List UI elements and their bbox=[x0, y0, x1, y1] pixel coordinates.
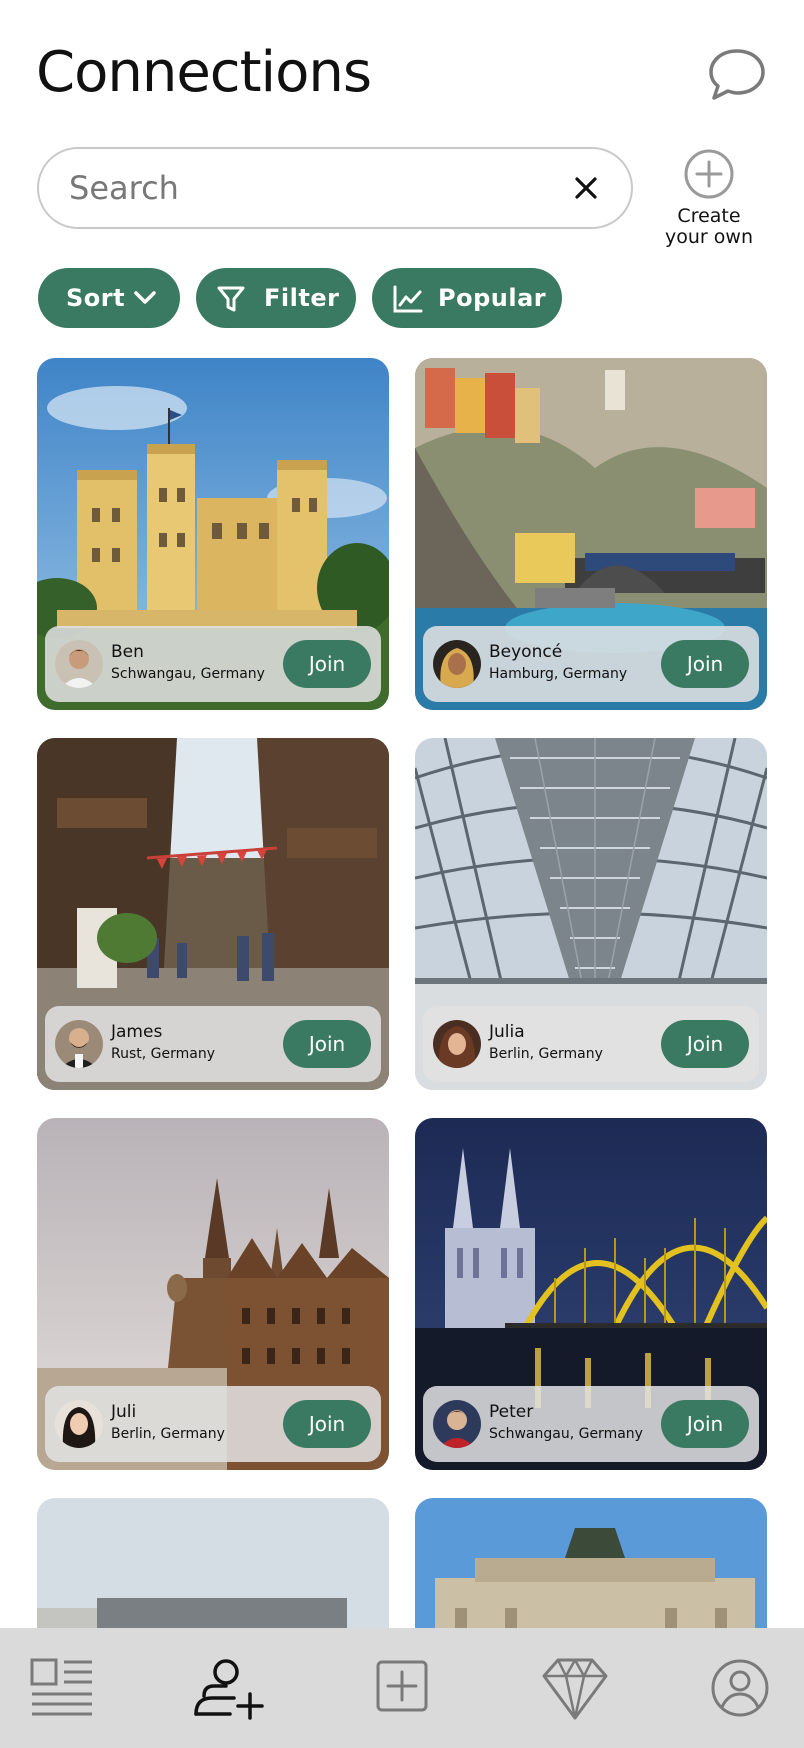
person-name: Juli bbox=[111, 1402, 137, 1422]
person-name: Beyoncé bbox=[489, 642, 563, 662]
filter-chip-label: Filter bbox=[264, 284, 340, 312]
trending-chart-icon bbox=[393, 285, 423, 313]
add-connection-icon bbox=[194, 1659, 264, 1720]
group-card[interactable]: James Rust, Germany Join bbox=[37, 738, 389, 1090]
sort-chip[interactable]: Sort bbox=[38, 268, 180, 328]
avatar bbox=[55, 1020, 103, 1068]
search-bar bbox=[37, 147, 633, 229]
person-name: Peter bbox=[489, 1402, 534, 1422]
sort-chip-label: Sort bbox=[66, 284, 126, 312]
avatar bbox=[433, 1020, 481, 1068]
avatar bbox=[55, 1400, 103, 1448]
tab-premium[interactable] bbox=[510, 1628, 630, 1748]
chevron-down-icon bbox=[134, 291, 156, 304]
join-button[interactable]: Join bbox=[283, 1400, 371, 1448]
chat-bubble-icon bbox=[709, 49, 765, 100]
create-your-own-button[interactable]: Create your own bbox=[658, 148, 760, 248]
card-info-bar: Juli Berlin, Germany Join bbox=[45, 1386, 381, 1462]
join-button[interactable]: Join bbox=[283, 640, 371, 688]
person-location: Rust, Germany bbox=[111, 1046, 216, 1062]
create-label-line1: Create bbox=[677, 205, 741, 227]
person-location: Hamburg, Germany bbox=[489, 666, 628, 682]
tab-profile[interactable] bbox=[678, 1628, 798, 1748]
bottom-tab-bar bbox=[0, 1628, 804, 1748]
person-location: Berlin, Germany bbox=[111, 1426, 225, 1442]
group-card[interactable]: Beyoncé Hamburg, Germany Join bbox=[415, 358, 767, 710]
create-label-line2: your own bbox=[665, 226, 753, 248]
avatar bbox=[433, 1400, 481, 1448]
filter-icon bbox=[217, 286, 245, 312]
person-name: James bbox=[111, 1022, 163, 1042]
card-info-bar: James Rust, Germany Join bbox=[45, 1006, 381, 1082]
header: Connections bbox=[36, 40, 768, 110]
person-name: Julia bbox=[489, 1022, 525, 1042]
join-button[interactable]: Join bbox=[661, 1020, 749, 1068]
create-post-icon bbox=[376, 1660, 428, 1712]
diamond-icon bbox=[542, 1658, 608, 1720]
person-location: Schwangau, Germany bbox=[111, 666, 265, 682]
join-button[interactable]: Join bbox=[283, 1020, 371, 1068]
tab-connections[interactable] bbox=[160, 1628, 280, 1748]
tab-create[interactable] bbox=[342, 1628, 462, 1748]
filter-chip[interactable]: Filter bbox=[196, 268, 356, 328]
person-location: Berlin, Germany bbox=[489, 1046, 603, 1062]
person-name: Ben bbox=[111, 642, 144, 662]
avatar bbox=[55, 640, 103, 688]
page-title: Connections bbox=[36, 40, 372, 105]
group-card[interactable]: Peter Schwangau, Germany Join bbox=[415, 1118, 767, 1470]
tab-feed[interactable] bbox=[0, 1628, 120, 1748]
person-location: Schwangau, Germany bbox=[489, 1426, 643, 1442]
search-input[interactable] bbox=[69, 149, 529, 227]
join-button[interactable]: Join bbox=[661, 1400, 749, 1448]
profile-icon bbox=[711, 1659, 769, 1717]
popular-chip-label: Popular bbox=[438, 284, 547, 312]
card-info-bar: Ben Schwangau, Germany Join bbox=[45, 626, 381, 702]
group-card[interactable]: Juli Berlin, Germany Join bbox=[37, 1118, 389, 1470]
feed-icon bbox=[30, 1658, 92, 1716]
card-info-bar: Peter Schwangau, Germany Join bbox=[423, 1386, 759, 1462]
card-info-bar: Beyoncé Hamburg, Germany Join bbox=[423, 626, 759, 702]
popular-chip[interactable]: Popular bbox=[372, 268, 562, 328]
group-card[interactable]: Julia Berlin, Germany Join bbox=[415, 738, 767, 1090]
card-info-bar: Julia Berlin, Germany Join bbox=[423, 1006, 759, 1082]
group-card[interactable]: Ben Schwangau, Germany Join bbox=[37, 358, 389, 710]
clear-search-icon[interactable] bbox=[571, 173, 601, 203]
add-circle-icon bbox=[684, 149, 734, 199]
join-button[interactable]: Join bbox=[661, 640, 749, 688]
avatar bbox=[433, 640, 481, 688]
chat-button[interactable] bbox=[706, 46, 768, 102]
